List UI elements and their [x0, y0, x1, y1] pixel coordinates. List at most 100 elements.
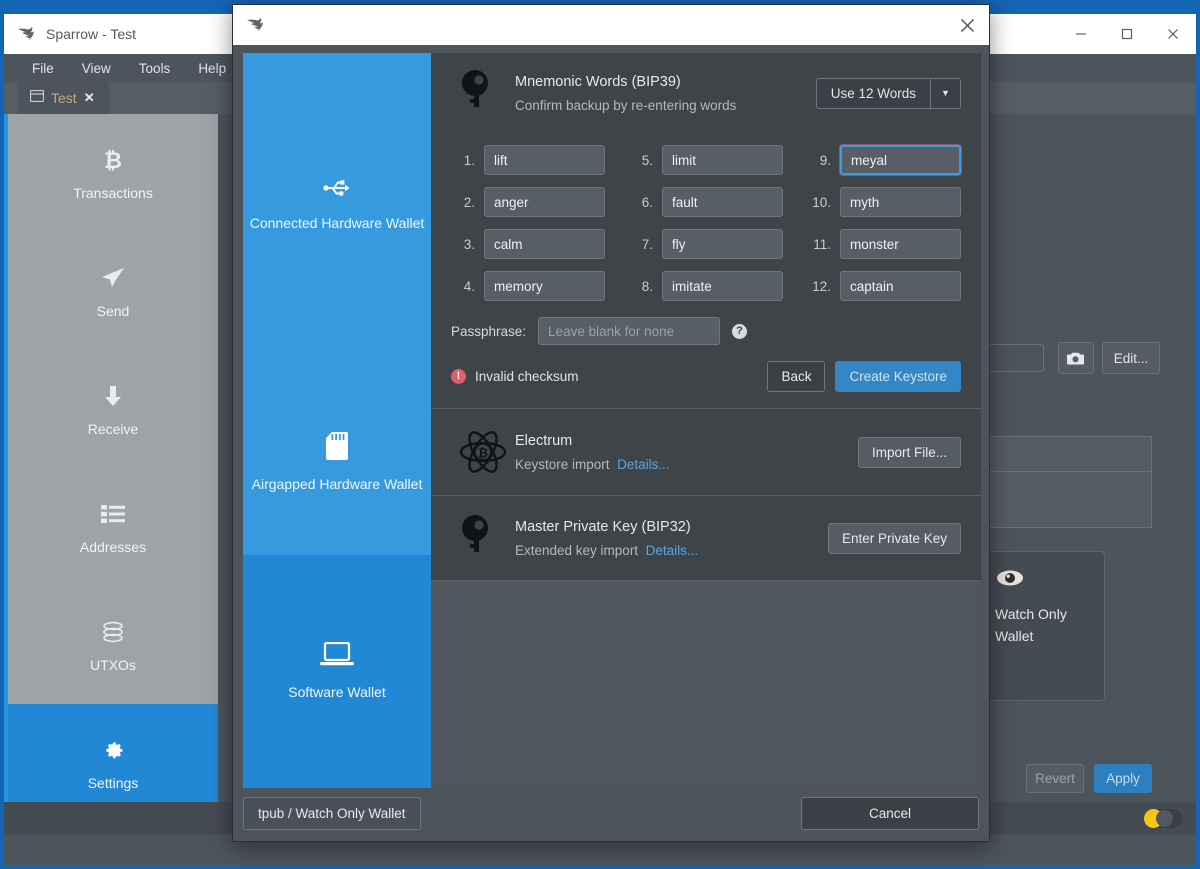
mnemonic-word-6[interactable]: 6. fault	[629, 187, 783, 217]
rail-item-connected-hardware-wallet[interactable]: Connected Hardware Wallet	[243, 115, 431, 295]
rail-label: Airgapped Hardware Wallet	[251, 476, 423, 492]
passphrase-input[interactable]: Leave blank for none	[538, 317, 721, 345]
dialog-footer: tpub / Watch Only Wallet Cancel	[233, 786, 989, 841]
rail-label: Connected Hardware Wallet	[249, 215, 425, 231]
mnemonic-word-8[interactable]: 8. imitate	[629, 271, 783, 301]
theme-toggle[interactable]	[1144, 809, 1182, 828]
word-input[interactable]: myth	[840, 187, 961, 217]
dialog-close-icon[interactable]	[945, 5, 989, 45]
word-input[interactable]: fault	[662, 187, 783, 217]
svg-text:₿: ₿	[104, 149, 122, 172]
mnemonic-word-5[interactable]: 5. limit	[629, 145, 783, 175]
electrum-icon: ₿	[451, 427, 515, 477]
sidebar-label: Send	[96, 303, 130, 319]
rail-item-software-wallet[interactable]: Software Wallet	[243, 555, 431, 788]
word-number: 7.	[641, 236, 653, 252]
word-number: 4.	[463, 278, 475, 294]
mnemonic-word-12[interactable]: 12. captain	[807, 271, 961, 301]
watch-only-label: Watch Only Wallet	[995, 606, 1067, 644]
word-input[interactable]: monster	[840, 229, 961, 259]
mnemonic-subtitle: Confirm backup by re-entering words	[515, 97, 737, 113]
menu-item-tools[interactable]: Tools	[125, 58, 185, 79]
sidebar-item-receive[interactable]: Receive	[8, 350, 218, 468]
word-input[interactable]: memory	[484, 271, 605, 301]
tab-test[interactable]: Test ✕	[18, 82, 109, 114]
electrum-details-link[interactable]: Details...	[617, 457, 670, 472]
watch-only-wallet-card[interactable]: Watch Only Wallet	[980, 551, 1105, 701]
keystore-options: Mnemonic Words (BIP39) Confirm backup by…	[431, 53, 981, 788]
mnemonic-word-2[interactable]: 2. anger	[451, 187, 605, 217]
minimize-icon[interactable]	[1058, 14, 1104, 54]
validation-row: ! Invalid checksum Back Create Keystore	[431, 349, 981, 408]
menu-item-view[interactable]: View	[68, 58, 125, 79]
bitcoin-icon: ₿	[102, 145, 124, 175]
sidebar-item-addresses[interactable]: Addresses	[8, 468, 218, 586]
tpub-watch-only-button[interactable]: tpub / Watch Only Wallet	[243, 797, 421, 830]
eye-icon	[995, 570, 1025, 592]
sidebar-nav: ₿ Transactions Send Receive Addresses UT…	[8, 114, 218, 834]
sidebar-item-transactions[interactable]: ₿ Transactions	[8, 114, 218, 232]
passphrase-label: Passphrase:	[451, 323, 527, 339]
cancel-button[interactable]: Cancel	[801, 797, 979, 830]
settings-row	[962, 472, 1152, 528]
toggle-knob-moon	[1156, 810, 1173, 827]
word-number: 8.	[641, 278, 653, 294]
enter-private-key-button[interactable]: Enter Private Key	[827, 522, 961, 554]
chevron-down-icon[interactable]: ▼	[930, 78, 960, 108]
create-keystore-button[interactable]: Create Keystore	[835, 361, 961, 392]
wallet-type-rail: Connected Hardware Wallet Airgapped Hard…	[243, 53, 431, 788]
mnemonic-title: Mnemonic Words (BIP39)	[515, 73, 681, 90]
tab-close-icon[interactable]: ✕	[84, 90, 95, 106]
electrum-title: Electrum	[515, 432, 573, 449]
mnemonic-word-4[interactable]: 4. memory	[451, 271, 605, 301]
word-count-dropdown[interactable]: Use 12 Words ▼	[815, 77, 961, 109]
rail-item-airgapped-hardware-wallet[interactable]: Airgapped Hardware Wallet	[243, 383, 431, 543]
word-input[interactable]: captain	[840, 271, 961, 301]
electrum-card: ₿ Electrum Keystore import Details... Im…	[431, 409, 981, 496]
edit-button[interactable]: Edit...	[1102, 342, 1160, 374]
sidebar-label: Transactions	[73, 185, 153, 201]
rail-label: Software Wallet	[288, 683, 386, 700]
master-key-details-link[interactable]: Details...	[646, 543, 699, 558]
mnemonic-word-3[interactable]: 3. calm	[451, 229, 605, 259]
master-key-subtitle-text: Extended key import	[515, 542, 639, 558]
mnemonic-word-9[interactable]: 9. meyal	[807, 145, 961, 175]
master-key-title: Master Private Key (BIP32)	[515, 518, 691, 535]
word-input[interactable]: limit	[662, 145, 783, 175]
word-input[interactable]: anger	[484, 187, 605, 217]
camera-icon[interactable]	[1058, 342, 1094, 374]
help-icon[interactable]: ?	[732, 323, 748, 339]
close-icon[interactable]	[1150, 14, 1196, 54]
mnemonic-word-1[interactable]: 1. lift	[451, 145, 605, 175]
mnemonic-word-10[interactable]: 10. myth	[807, 187, 961, 217]
word-number: 3.	[463, 236, 475, 252]
word-input[interactable]: meyal	[840, 145, 961, 175]
send-icon	[100, 263, 126, 293]
sidebar-item-send[interactable]: Send	[8, 232, 218, 350]
apply-button[interactable]: Apply	[1094, 764, 1152, 793]
import-file-button[interactable]: Import File...	[857, 436, 961, 468]
word-count-value: Use 12 Words	[830, 85, 916, 101]
maximize-icon[interactable]	[1104, 14, 1150, 54]
validation-message: Invalid checksum	[475, 369, 579, 384]
mnemonic-word-11[interactable]: 11. monster	[807, 229, 961, 259]
word-number: 12.	[812, 278, 831, 294]
word-input[interactable]: imitate	[662, 271, 783, 301]
word-input[interactable]: fly	[662, 229, 783, 259]
receive-icon	[102, 381, 124, 411]
mnemonic-word-7[interactable]: 7. fly	[629, 229, 783, 259]
word-input[interactable]: calm	[484, 229, 605, 259]
back-button[interactable]: Back	[767, 361, 826, 392]
electrum-subtitle: Keystore import Details...	[515, 457, 858, 472]
sdcard-icon	[326, 432, 348, 465]
sidebar-label: Addresses	[79, 539, 147, 555]
dialog-body: Connected Hardware Wallet Airgapped Hard…	[243, 53, 981, 788]
sidebar-label: Receive	[87, 421, 139, 437]
menu-item-file[interactable]: File	[18, 58, 68, 79]
word-input[interactable]: lift	[484, 145, 605, 175]
revert-button[interactable]: Revert	[1026, 764, 1084, 793]
key-icon	[451, 69, 515, 117]
sparrow-bird-icon	[14, 22, 38, 46]
sidebar-item-utxos[interactable]: UTXOs	[8, 586, 218, 704]
word-number: 10.	[812, 194, 831, 210]
